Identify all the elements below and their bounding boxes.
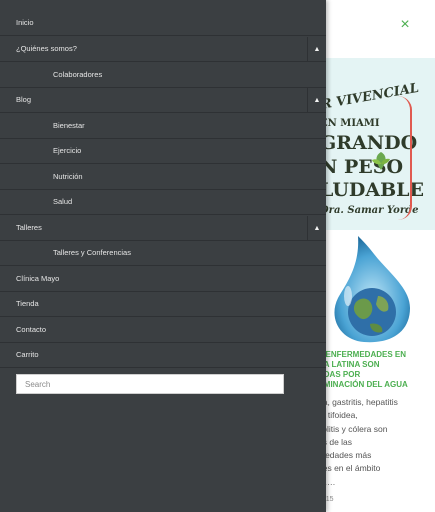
menu-item-talleres[interactable]: Talleres ▲ [0, 216, 326, 241]
article-excerpt: ea, gastritis, hepatitis re tifoidea, co… [318, 396, 435, 489]
search-box [16, 374, 284, 394]
article-excerpt-line: medades más [318, 450, 372, 461]
menu-item-tienda[interactable]: Tienda [0, 292, 326, 317]
submenu-toggle-icon[interactable]: ▲ [307, 216, 326, 241]
menu-item-label: Talleres y Conferencias [53, 248, 131, 257]
menu-item-label: Clínica Mayo [16, 274, 60, 283]
menu-item-label: Blog [16, 95, 32, 104]
water-drop-earth-image [334, 236, 410, 343]
article-title-line: AMINACIÓN DEL AGUA [318, 380, 408, 389]
menu-item-label: Nutrición [53, 172, 83, 181]
leaf-icon [372, 152, 390, 170]
menu-item-colaboradores[interactable]: Colaboradores [0, 63, 326, 88]
menu-item-salud[interactable]: Salud [0, 190, 326, 215]
menu-item-label: Colaboradores [53, 70, 103, 79]
menu-item-label: Tienda [16, 299, 39, 308]
menu-item-label: Salud [53, 197, 73, 206]
menu-item-label: Inicio [16, 18, 34, 27]
menu-item-ejercicio[interactable]: Ejercicio [0, 139, 326, 164]
article-title[interactable]: E ENFERMEDADES EN CA LATINA SON ADAS POR… [318, 350, 435, 390]
banner-swoosh-decoration [398, 96, 412, 220]
article-image[interactable] [326, 236, 435, 344]
menu-item-label: Bienestar [53, 121, 85, 130]
search-input[interactable] [17, 375, 283, 393]
menu-item-blog[interactable]: Blog ▲ [0, 88, 326, 113]
article-excerpt-line: as de las [318, 436, 353, 447]
article-excerpt-line: al.… [318, 476, 336, 487]
submenu-toggle-icon[interactable]: ▲ [307, 37, 326, 62]
promo-banner[interactable]: R VIVENCIAL EN MIAMI GRANDO N PESO LUDAB… [326, 58, 435, 230]
article-excerpt-line: colitis y cólera son [318, 423, 388, 434]
banner-line: EN MIAMI [326, 118, 380, 129]
close-menu-button[interactable]: × [396, 15, 414, 35]
menu-item-clinica-mayo[interactable]: Clínica Mayo [0, 267, 326, 292]
article-title-line: CA LATINA SON [318, 360, 380, 369]
menu-item-quienes-somos[interactable]: ¿Quiénes somos? ▲ [0, 37, 326, 62]
article-excerpt-line: ea, gastritis, hepatitis [318, 397, 398, 407]
menu-item-carrito[interactable]: Carrito [0, 343, 326, 368]
menu-item-bienestar[interactable]: Bienestar [0, 114, 326, 139]
menu-item-contacto[interactable]: Contacto [0, 318, 326, 343]
menu-item-talleres-conferencias[interactable]: Talleres y Conferencias [0, 241, 326, 266]
menu-item-label: Contacto [16, 325, 47, 334]
navigation-drawer: Inicio ¿Quiénes somos? ▲ Colaboradores B… [0, 0, 326, 512]
article-title-line: E ENFERMEDADES EN [318, 350, 407, 359]
article-title-line: ADAS POR [318, 370, 361, 379]
menu-item-label: Carrito [16, 350, 39, 359]
menu-item-nutricion[interactable]: Nutrición [0, 165, 326, 190]
article-excerpt-line: nes en el ámbito [318, 463, 381, 474]
menu-item-label: Talleres [16, 223, 42, 232]
submenu-toggle-icon[interactable]: ▲ [307, 88, 326, 113]
menu-item-label: Ejercicio [53, 146, 82, 155]
menu-item-label: ¿Quiénes somos? [16, 44, 77, 53]
article-excerpt-line: re tifoidea, [318, 410, 358, 421]
menu-item-inicio[interactable]: Inicio [0, 11, 326, 36]
